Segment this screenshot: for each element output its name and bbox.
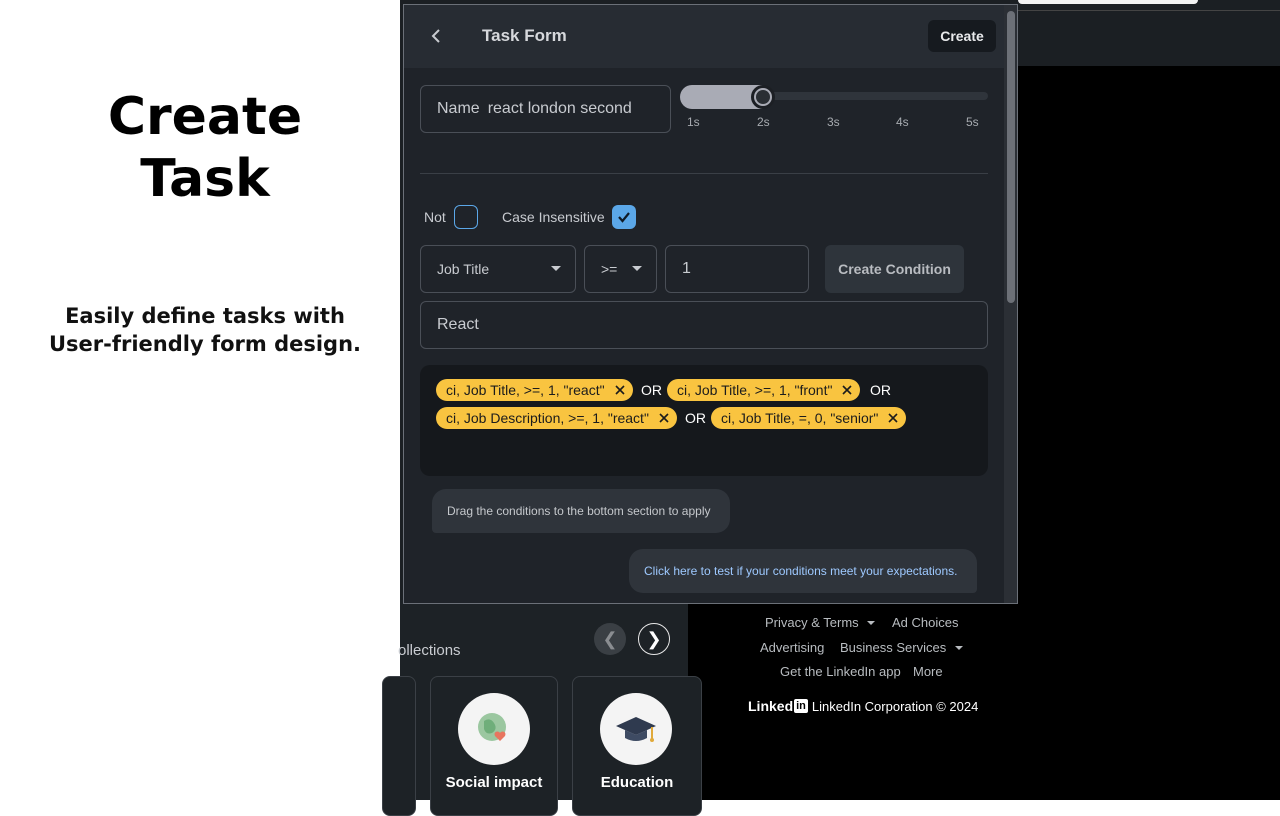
condition-chip-label: ci, Job Title, >=, 1, "react": [446, 382, 605, 398]
promo-description: Easily define tasks with User-friendly f…: [0, 302, 410, 358]
chevron-down-icon: [954, 646, 963, 650]
field-select[interactable]: Job Title: [420, 245, 576, 293]
footer-ad-choices[interactable]: Ad Choices: [892, 615, 958, 630]
test-conditions-link[interactable]: Click here to test if your conditions me…: [629, 549, 977, 593]
panel-header: Task Form Create: [404, 5, 1004, 68]
globe-heart-icon: [458, 693, 530, 765]
promo-desc-line2: User-friendly form design.: [48, 332, 362, 356]
footer-get-app[interactable]: Get the LinkedIn app: [780, 664, 901, 679]
drag-hint-bubble: Drag the conditions to the bottom sectio…: [432, 489, 730, 533]
task-form-panel: Task Form Create Name react london secon…: [403, 4, 1018, 604]
checkmark-icon: [618, 212, 630, 223]
create-button[interactable]: Create: [928, 20, 996, 52]
name-field[interactable]: Name react london second: [420, 85, 671, 133]
footer-privacy-terms[interactable]: Privacy & Terms: [765, 615, 876, 630]
close-icon[interactable]: [659, 413, 669, 423]
create-condition-button[interactable]: Create Condition: [825, 245, 964, 293]
not-label: Not: [424, 209, 446, 225]
card-label-social-impact: Social impact: [445, 774, 543, 791]
footer-advertising[interactable]: Advertising: [760, 640, 824, 655]
condition-chip[interactable]: ci, Job Title, >=, 1, "front": [667, 379, 861, 401]
case-insensitive-checkbox[interactable]: [612, 205, 636, 229]
collection-card-social-impact[interactable]: Social impact: [430, 676, 558, 816]
panel-title: Task Form: [482, 26, 567, 45]
carousel-prev-button[interactable]: ❮: [594, 623, 626, 655]
footer-more[interactable]: More: [913, 664, 943, 679]
collection-card-partial[interactable]: [382, 676, 416, 816]
or-label: OR: [685, 410, 706, 426]
condition-chip[interactable]: ci, Job Title, =, 0, "senior": [711, 407, 907, 429]
slider-tick-4s: 4s: [896, 115, 909, 129]
linkedin-logo: Linked in: [748, 698, 808, 714]
dropdown-arrow-icon: [551, 266, 561, 271]
count-input[interactable]: 1: [665, 245, 809, 293]
linkedin-logo-in: in: [794, 699, 808, 713]
close-icon[interactable]: [842, 385, 853, 395]
field-select-value: Job Title: [437, 261, 490, 277]
condition-chip[interactable]: ci, Job Description, >=, 1, "react": [436, 407, 677, 429]
slider-tick-2s: 2s: [757, 115, 770, 129]
card-label-education: Education: [600, 774, 674, 791]
condition-chip-label: ci, Job Description, >=, 1, "react": [446, 410, 649, 426]
back-arrow-icon[interactable]: [426, 25, 446, 47]
scrollbar-thumb[interactable]: [1007, 11, 1015, 303]
operator-select-value: >=: [601, 261, 618, 277]
case-insensitive-label: Case Insensitive: [502, 209, 605, 225]
close-icon[interactable]: [888, 413, 898, 423]
footer-business-services-label: Business Services: [840, 640, 947, 655]
collection-card-education[interactable]: Education: [572, 676, 702, 816]
condition-chip-label: ci, Job Title, =, 0, "senior": [721, 410, 879, 426]
section-divider: [420, 173, 988, 174]
slider-tick-3s: 3s: [827, 115, 840, 129]
chevron-down-icon: [867, 621, 876, 625]
operator-select[interactable]: >=: [584, 245, 657, 293]
keyword-input[interactable]: React: [420, 301, 988, 349]
footer-privacy-terms-label: Privacy & Terms: [765, 615, 859, 630]
condition-chip[interactable]: ci, Job Title, >=, 1, "react": [436, 379, 633, 401]
background-top-strip: [1018, 10, 1280, 66]
graduation-cap-icon: [600, 693, 672, 765]
carousel-next-button[interactable]: ❯: [638, 623, 670, 655]
linkedin-logo-text: Linked: [748, 698, 794, 714]
collections-label: ollections: [398, 642, 461, 659]
footer-corporation: LinkedIn Corporation © 2024: [811, 698, 979, 714]
footer-brand: Linked in LinkedIn Corporation © 2024: [748, 698, 978, 714]
name-field-value: react london second: [487, 100, 632, 117]
background-top-edge: [1018, 0, 1198, 4]
not-checkbox[interactable]: [454, 205, 478, 229]
or-label: OR: [870, 382, 891, 398]
promo-title-line1: Create: [107, 87, 303, 147]
slider-tick-5s: 5s: [966, 115, 979, 129]
promo-title-line2: Task: [140, 149, 270, 209]
close-icon[interactable]: [615, 385, 625, 395]
slider-tick-1s: 1s: [687, 115, 700, 129]
footer-business-services[interactable]: Business Services: [840, 640, 964, 655]
condition-chip-label: ci, Job Title, >=, 1, "front": [677, 382, 833, 398]
duration-slider-thumb[interactable]: [751, 85, 775, 109]
or-label: OR: [641, 382, 662, 398]
promo-desc-line1: Easily define tasks with: [65, 304, 345, 328]
promo-title: Create Task: [0, 86, 410, 210]
dropdown-arrow-icon: [632, 266, 642, 271]
conditions-area[interactable]: ci, Job Title, >=, 1, "react" OR ci, Job…: [420, 365, 988, 476]
name-field-label: Name: [437, 100, 480, 117]
